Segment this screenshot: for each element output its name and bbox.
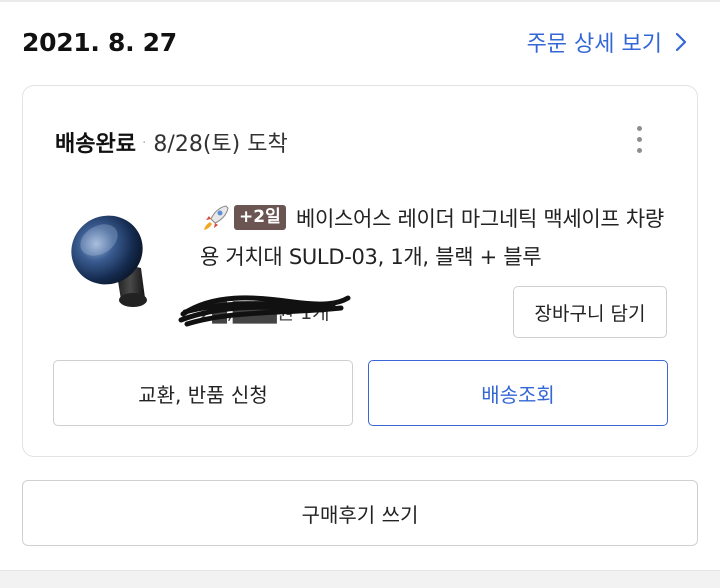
more-vertical-icon[interactable] (627, 126, 651, 160)
order-date: 2021. 8. 27 (22, 28, 177, 57)
top-divider (0, 0, 720, 2)
arrival-date: 8/28(토) 도착 (153, 132, 288, 157)
order-detail-label: 주문 상세 보기 (526, 32, 662, 57)
order-list-page: 2021. 8. 27 주문 상세 보기 배송완료 · 8/28(토) 도착 +… (0, 0, 720, 588)
redaction-scribble (178, 295, 351, 327)
shipment-status-row: 배송완료 · 8/28(토) 도착 (55, 126, 288, 158)
status-separator: · (141, 135, 147, 151)
order-card: 배송완료 · 8/28(토) 도착 +2일 베이스어스 레이더 마그네틱 맥세이… (22, 85, 698, 457)
section-divider (0, 570, 720, 588)
order-detail-link[interactable]: 주문 상세 보기 (527, 26, 688, 58)
product-name[interactable]: 베이스어스 레이더 마그네틱 맥세이프 차량용 거치대 SULD-03, 1개,… (200, 200, 676, 276)
chevron-right-icon (675, 32, 687, 52)
add-to-cart-button[interactable]: 장바구니 담기 (513, 286, 667, 338)
track-delivery-button[interactable]: 배송조회 (368, 360, 668, 426)
write-review-button[interactable]: 구매후기 쓰기 (22, 480, 698, 546)
product-image (71, 215, 147, 307)
shipment-status: 배송완료 (55, 132, 136, 157)
exchange-return-button[interactable]: 교환, 반품 신청 (53, 360, 353, 426)
